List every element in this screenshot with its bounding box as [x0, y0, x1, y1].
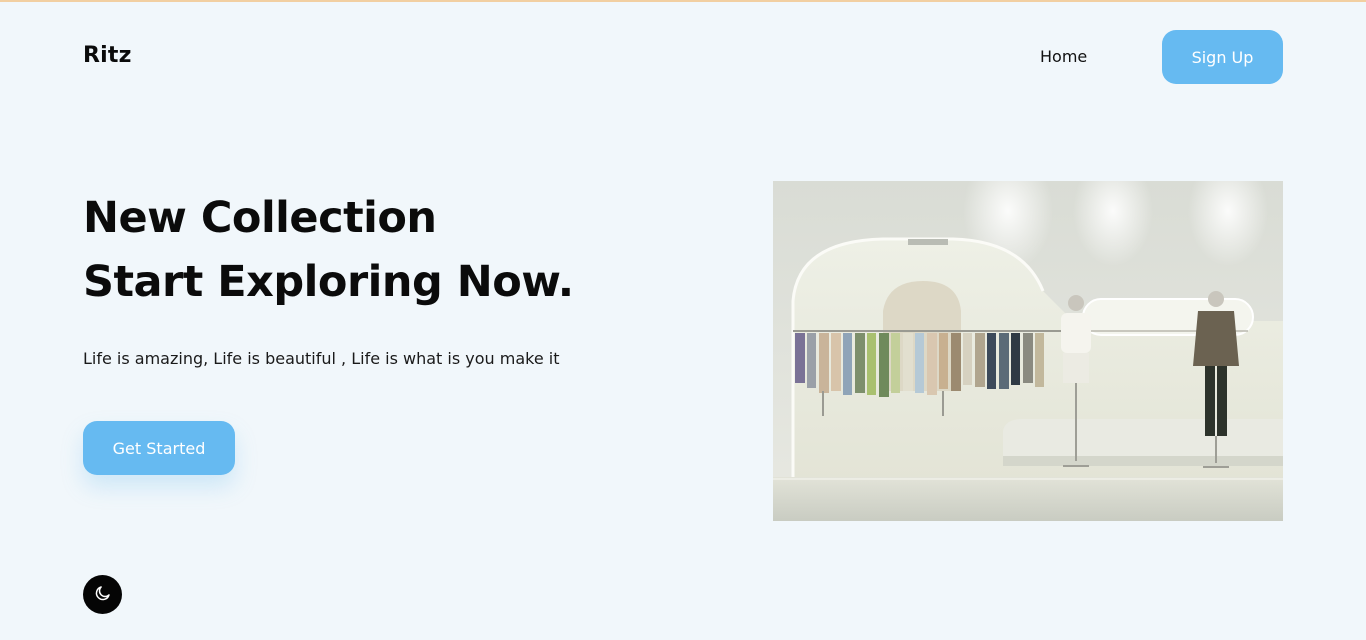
hero-title-line-2: Start Exploring Now. — [83, 257, 574, 307]
top-border-strip — [0, 0, 1366, 2]
hero-image — [773, 181, 1283, 521]
nav-link-home[interactable]: Home — [1040, 47, 1087, 66]
hero-subtitle: Life is amazing, Life is beautiful , Lif… — [83, 349, 560, 368]
hero-title-line-1: New Collection — [83, 193, 437, 243]
get-started-button[interactable]: Get Started — [83, 421, 235, 475]
brand-logo[interactable]: Ritz — [83, 43, 132, 68]
signup-button[interactable]: Sign Up — [1162, 30, 1283, 84]
theme-toggle-button[interactable] — [83, 575, 122, 614]
hero-title: New Collection Start Exploring Now. — [83, 186, 574, 314]
moon-icon — [94, 584, 112, 606]
